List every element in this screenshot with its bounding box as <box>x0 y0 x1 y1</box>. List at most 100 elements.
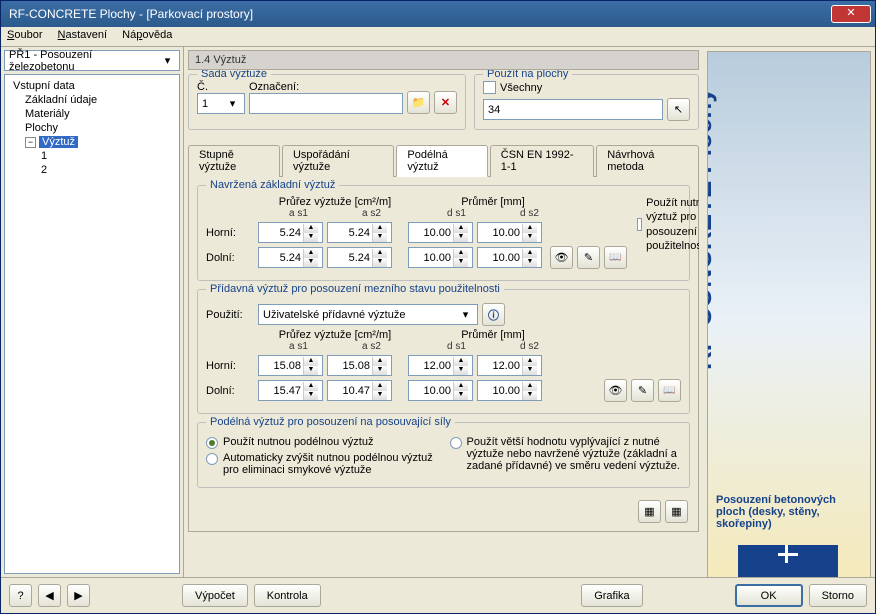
down-icon[interactable]: ▼ <box>522 366 537 375</box>
spin-input[interactable] <box>259 251 303 265</box>
tab-norm[interactable]: ČSN EN 1992-1-1 <box>490 145 594 177</box>
spin-d-ds1[interactable]: ▲▼ <box>408 247 473 268</box>
all-surfaces-check[interactable]: Všechny <box>483 81 690 94</box>
spin-input[interactable] <box>478 226 522 240</box>
calculate-button[interactable]: Výpočet <box>182 584 248 607</box>
tab-usporadani[interactable]: Uspořádání výztuže <box>282 145 394 177</box>
spin-d-as1[interactable]: ▲▼ <box>258 247 323 268</box>
close-button[interactable]: ✕ <box>831 5 871 23</box>
ok-button[interactable]: OK <box>735 584 803 607</box>
use-required-check[interactable]: Použít nutnou výztuž pro posouzení použi… <box>637 196 699 253</box>
spin-input[interactable] <box>409 384 453 398</box>
collapse-icon[interactable]: − <box>25 137 36 148</box>
down-icon[interactable]: ▼ <box>522 233 537 242</box>
tree-item[interactable]: Materiály <box>9 107 175 121</box>
cancel-button[interactable]: Storno <box>809 584 867 607</box>
export-button[interactable]: ▦ <box>638 500 661 523</box>
surfaces-input[interactable]: 34 <box>483 99 663 120</box>
up-icon[interactable]: ▲ <box>453 357 468 366</box>
up-icon[interactable]: ▲ <box>303 382 318 391</box>
down-icon[interactable]: ▼ <box>372 391 387 400</box>
spin-input[interactable] <box>259 359 303 373</box>
nav-tree[interactable]: Vstupní data Základní údaje Materiály Pl… <box>4 74 180 574</box>
spin-input[interactable] <box>409 359 453 373</box>
up-icon[interactable]: ▲ <box>303 249 318 258</box>
spin-input[interactable] <box>409 251 453 265</box>
spin2-h-ds1[interactable]: ▲▼ <box>408 355 473 376</box>
up-icon[interactable]: ▲ <box>303 224 318 233</box>
down-icon[interactable]: ▼ <box>303 366 318 375</box>
prev-button[interactable]: ◀ <box>38 584 61 607</box>
tab-metoda[interactable]: Návrhová metoda <box>596 145 699 177</box>
check-button[interactable]: Kontrola <box>254 584 321 607</box>
down-icon[interactable]: ▼ <box>372 233 387 242</box>
spin-d-as2[interactable]: ▲▼ <box>327 247 392 268</box>
spin-input[interactable] <box>409 226 453 240</box>
down-icon[interactable]: ▼ <box>372 366 387 375</box>
designation-input-field[interactable] <box>254 97 398 111</box>
export2-button[interactable]: ▦ <box>665 500 688 523</box>
up-icon[interactable]: ▲ <box>522 382 537 391</box>
up-icon[interactable]: ▲ <box>372 224 387 233</box>
up-icon[interactable]: ▲ <box>522 357 537 366</box>
radio-auto[interactable]: Automaticky zvýšit nutnou podélnou výztu… <box>206 452 438 476</box>
spin2-d-as2[interactable]: ▲▼ <box>327 380 392 401</box>
library-button[interactable] <box>658 379 681 402</box>
spin-input[interactable] <box>328 251 372 265</box>
spin-input[interactable] <box>328 359 372 373</box>
spin-input[interactable] <box>478 359 522 373</box>
tree-item[interactable]: 2 <box>9 163 175 177</box>
up-icon[interactable]: ▲ <box>372 249 387 258</box>
tree-item[interactable]: Základní údaje <box>9 93 175 107</box>
down-icon[interactable]: ▼ <box>303 258 318 267</box>
spin-input[interactable] <box>328 384 372 398</box>
spin2-d-as1[interactable]: ▲▼ <box>258 380 323 401</box>
spin-h-ds2[interactable]: ▲▼ <box>477 222 542 243</box>
radio-larger[interactable]: Použít větší hodnotu vyplývající z nutné… <box>450 436 682 472</box>
view-button[interactable] <box>550 246 573 269</box>
case-combo[interactable]: PŘ1 - Posouzení železobetonu ▾ <box>4 50 180 71</box>
usage-combo[interactable]: Uživatelské přídavné výztuže▾ <box>258 304 478 325</box>
down-icon[interactable]: ▼ <box>453 233 468 242</box>
tab-podelna[interactable]: Podélná výztuž <box>396 145 487 177</box>
up-icon[interactable]: ▲ <box>453 224 468 233</box>
up-icon[interactable]: ▲ <box>303 357 318 366</box>
tree-item-vyztuz[interactable]: −Výztuž <box>9 135 175 149</box>
down-icon[interactable]: ▼ <box>453 258 468 267</box>
spin-d-ds2[interactable]: ▲▼ <box>477 247 542 268</box>
tab-stupne[interactable]: Stupně výztuže <box>188 145 280 177</box>
spin2-d-ds1[interactable]: ▲▼ <box>408 380 473 401</box>
tree-root[interactable]: Vstupní data <box>9 79 175 93</box>
pick-surface-button[interactable]: ↖ <box>667 98 690 121</box>
spin-input[interactable] <box>259 226 303 240</box>
delete-set-button[interactable]: ✕ <box>434 91 457 114</box>
down-icon[interactable]: ▼ <box>303 233 318 242</box>
menu-file[interactable]: Soubor <box>7 29 42 41</box>
menu-settings[interactable]: Nastavení <box>58 29 108 41</box>
up-icon[interactable]: ▲ <box>372 357 387 366</box>
spin2-d-ds2[interactable]: ▲▼ <box>477 380 542 401</box>
view-button[interactable] <box>604 379 627 402</box>
spin-input[interactable] <box>259 384 303 398</box>
graphics-button[interactable]: Grafika <box>581 584 642 607</box>
set-number-combo[interactable]: 1▾ <box>197 93 245 114</box>
spin-h-ds1[interactable]: ▲▼ <box>408 222 473 243</box>
up-icon[interactable]: ▲ <box>453 249 468 258</box>
up-icon[interactable]: ▲ <box>522 249 537 258</box>
down-icon[interactable]: ▼ <box>453 391 468 400</box>
help-button[interactable]: ? <box>9 584 32 607</box>
down-icon[interactable]: ▼ <box>453 366 468 375</box>
designation-input[interactable] <box>249 93 403 114</box>
tree-item[interactable]: Plochy <box>9 121 175 135</box>
up-icon[interactable]: ▲ <box>453 382 468 391</box>
edit-button[interactable] <box>631 379 654 402</box>
spin-input[interactable] <box>328 226 372 240</box>
next-button[interactable]: ▶ <box>67 584 90 607</box>
spin-input[interactable] <box>478 251 522 265</box>
new-set-button[interactable]: 📁 <box>407 91 430 114</box>
down-icon[interactable]: ▼ <box>522 258 537 267</box>
up-icon[interactable]: ▲ <box>372 382 387 391</box>
info-button[interactable] <box>482 303 505 326</box>
spin-h-as2[interactable]: ▲▼ <box>327 222 392 243</box>
down-icon[interactable]: ▼ <box>303 391 318 400</box>
